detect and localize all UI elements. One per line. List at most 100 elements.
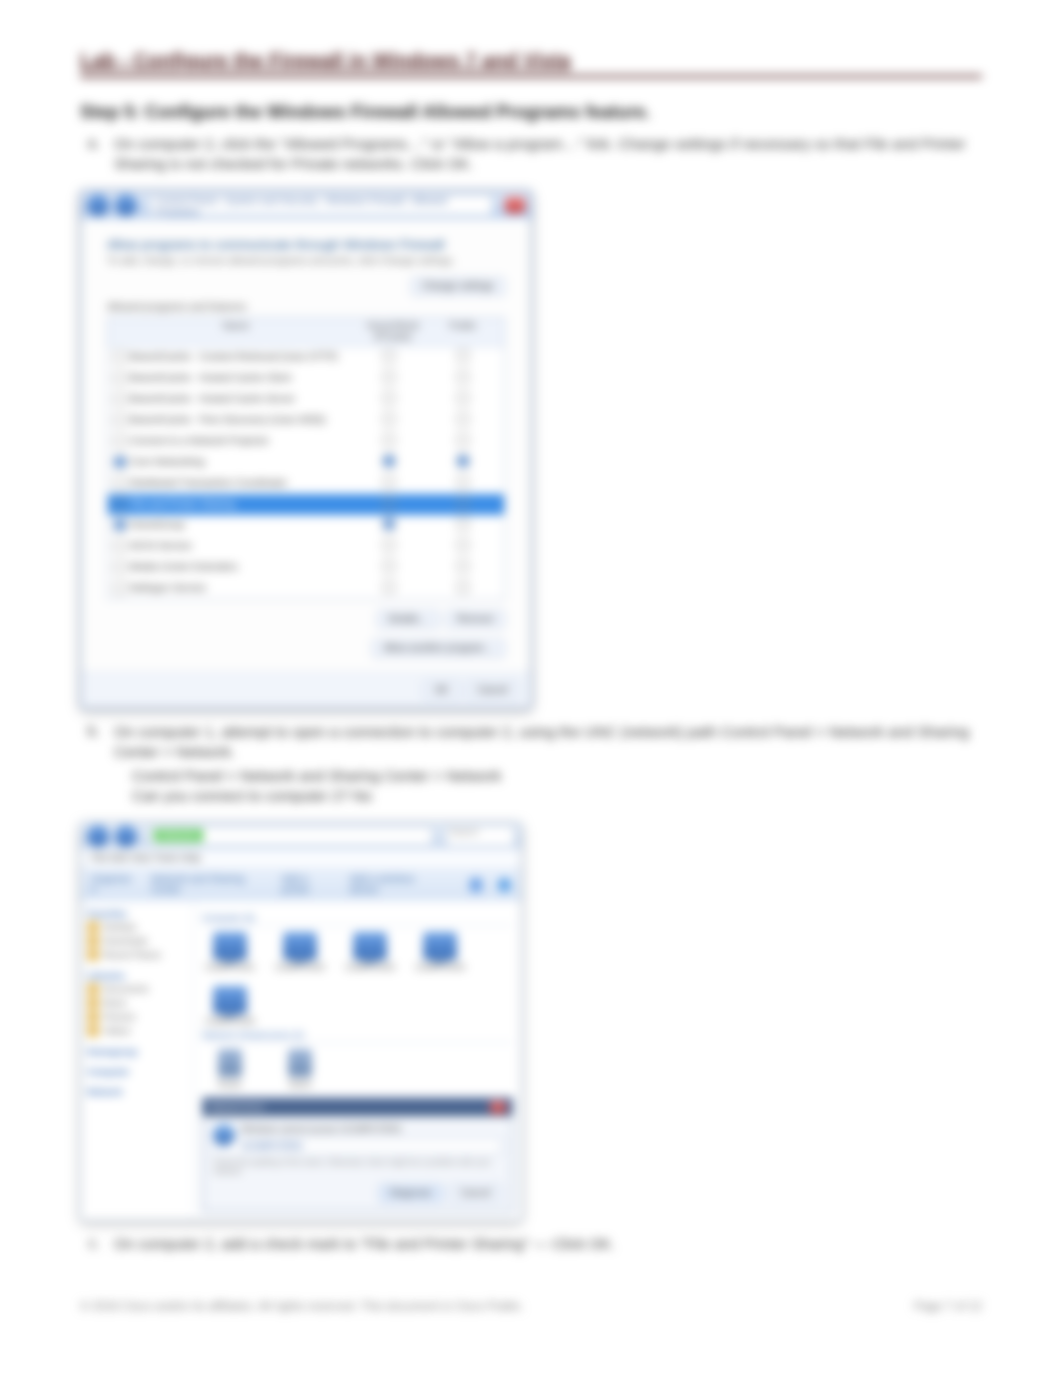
- checkbox-icon[interactable]: [114, 561, 126, 573]
- checkbox-icon[interactable]: [383, 371, 395, 383]
- computer-item[interactable]: COMPUTER5: [202, 986, 258, 1026]
- program-row[interactable]: BranchCache - Peer Discovery (Uses WSD): [108, 410, 504, 431]
- computer-item[interactable]: COMPUTER4: [412, 932, 468, 972]
- menu-bar[interactable]: File Edit View Tools Help: [81, 849, 521, 869]
- program-row[interactable]: Media Center Extenders: [108, 557, 504, 578]
- checkbox-icon[interactable]: [457, 371, 469, 383]
- sidebar-item[interactable]: Downloads: [87, 935, 187, 947]
- close-icon[interactable]: [505, 197, 525, 213]
- device-icon: [288, 1049, 312, 1077]
- program-row[interactable]: BranchCache - Hosted Cache Server: [108, 389, 504, 410]
- sidebar-item[interactable]: Recent Places: [87, 949, 187, 961]
- toolbar-organize[interactable]: Organize ▾: [91, 874, 135, 896]
- nav-fwd-icon[interactable]: [115, 194, 137, 216]
- sidebar-group[interactable]: Homegroup: [87, 1047, 138, 1057]
- allowed-programs-list[interactable]: Name Home/Work (Private) Public BranchCa…: [107, 317, 505, 600]
- checkbox-icon[interactable]: [457, 539, 469, 551]
- checkbox-icon[interactable]: [114, 393, 126, 405]
- sidebar-item[interactable]: Pictures: [87, 1011, 187, 1023]
- checkbox-icon[interactable]: [383, 497, 395, 509]
- folder-icon: [87, 997, 99, 1009]
- checkbox-icon[interactable]: [457, 497, 469, 509]
- computer-item[interactable]: COMPUTER3: [342, 932, 398, 972]
- sidebar-group[interactable]: Libraries: [87, 971, 125, 981]
- sidebar-group[interactable]: Computer: [87, 1067, 130, 1077]
- computer-item[interactable]: COMPUTER2: [272, 932, 328, 972]
- program-row[interactable]: Netlogon Service: [108, 578, 504, 599]
- checkbox-icon[interactable]: [114, 372, 126, 384]
- checkbox-icon[interactable]: [383, 476, 395, 488]
- checkbox-icon[interactable]: [114, 519, 126, 531]
- checkbox-icon[interactable]: [457, 518, 469, 530]
- toolbar-nsc[interactable]: Network and Sharing Center: [151, 874, 266, 896]
- checkbox-icon[interactable]: [114, 498, 126, 510]
- close-icon[interactable]: [490, 1101, 506, 1113]
- allow-another-button[interactable]: Allow another program…: [372, 639, 505, 658]
- sidebar-item[interactable]: Desktop: [87, 921, 187, 933]
- program-row[interactable]: BranchCache - Hosted Cache Client: [108, 368, 504, 389]
- nav-sidebar[interactable]: Favorites Desktop Downloads Recent Places Li…: [81, 901, 194, 1220]
- checkbox-icon[interactable]: [114, 414, 126, 426]
- details-button[interactable]: Details…: [377, 610, 440, 629]
- search-input[interactable]: Search: [445, 825, 515, 847]
- indent-line: Control Panel > Network and Sharing Cent…: [132, 767, 982, 787]
- checkbox-icon[interactable]: [114, 477, 126, 489]
- computer-item[interactable]: COMPUTER1: [202, 932, 258, 972]
- checkbox-icon[interactable]: [457, 581, 469, 593]
- sidebar-item[interactable]: Documents: [87, 983, 187, 995]
- checkbox-icon[interactable]: [383, 392, 395, 404]
- address-bar[interactable]: Network: [149, 826, 433, 846]
- checkbox-icon[interactable]: [114, 582, 126, 594]
- checkbox-icon[interactable]: [383, 560, 395, 572]
- checkbox-icon[interactable]: [383, 350, 395, 362]
- checkbox-icon[interactable]: [114, 435, 126, 447]
- cancel-button[interactable]: Cancel: [449, 1184, 502, 1203]
- program-row[interactable]: HomeGroup: [108, 515, 504, 536]
- checkbox-icon[interactable]: [114, 351, 126, 363]
- page-header: Lab - Configure the Firewall in Windows …: [80, 50, 982, 78]
- toolbar-add-wireless[interactable]: Add a wireless device: [350, 874, 438, 896]
- change-settings-button[interactable]: Change settings: [411, 277, 505, 296]
- sidebar-group[interactable]: Network: [87, 1087, 123, 1097]
- step-text-a: On computer 2, click the "Allowed Progra…: [114, 135, 982, 176]
- checkbox-icon[interactable]: [383, 455, 395, 467]
- program-row[interactable]: Distributed Transaction Coordinator: [108, 473, 504, 494]
- device-item[interactable]: Switch: [272, 1049, 328, 1089]
- program-row[interactable]: iSCSI Service: [108, 536, 504, 557]
- program-row[interactable]: File and Printer Sharing: [108, 494, 504, 515]
- remove-button[interactable]: Remove: [446, 610, 505, 629]
- checkbox-icon[interactable]: [457, 434, 469, 446]
- checkbox-icon[interactable]: [457, 350, 469, 362]
- sidebar-item[interactable]: Videos: [87, 1025, 187, 1037]
- program-row[interactable]: Connect to a Network Projector: [108, 431, 504, 452]
- sidebar-item[interactable]: Music: [87, 997, 187, 1009]
- checkbox-icon[interactable]: [114, 456, 126, 468]
- checkbox-icon[interactable]: [383, 434, 395, 446]
- checkbox-icon[interactable]: [383, 539, 395, 551]
- checkbox-icon[interactable]: [457, 455, 469, 467]
- checkbox-icon[interactable]: [383, 581, 395, 593]
- checkbox-icon[interactable]: [457, 560, 469, 572]
- checkbox-icon[interactable]: [114, 540, 126, 552]
- window-titlebar: Control Panel › System and Security › Wi…: [81, 191, 531, 219]
- ok-button[interactable]: OK: [423, 681, 459, 700]
- folder-icon: [87, 1011, 99, 1023]
- view-icon[interactable]: [470, 878, 483, 892]
- device-item[interactable]: Router: [202, 1049, 258, 1089]
- checkbox-icon[interactable]: [457, 392, 469, 404]
- program-row[interactable]: Core Networking: [108, 452, 504, 473]
- checkbox-icon[interactable]: [383, 518, 395, 530]
- checkbox-icon[interactable]: [457, 413, 469, 425]
- sidebar-group[interactable]: Favorites: [87, 909, 127, 919]
- address-bar[interactable]: Control Panel › System and Security › Wi…: [149, 194, 493, 216]
- program-row[interactable]: BranchCache - Content Retrieval (Uses HT…: [108, 347, 504, 368]
- nav-back-icon[interactable]: [87, 194, 109, 216]
- checkbox-icon[interactable]: [457, 476, 469, 488]
- checkbox-icon[interactable]: [383, 413, 395, 425]
- nav-back-icon[interactable]: [87, 825, 109, 847]
- diagnose-button[interactable]: Diagnose: [379, 1184, 443, 1203]
- help-icon[interactable]: [498, 878, 511, 892]
- nav-fwd-icon[interactable]: [115, 825, 137, 847]
- toolbar-add-printer[interactable]: Add a printer: [282, 874, 334, 896]
- cancel-button[interactable]: Cancel: [466, 681, 519, 700]
